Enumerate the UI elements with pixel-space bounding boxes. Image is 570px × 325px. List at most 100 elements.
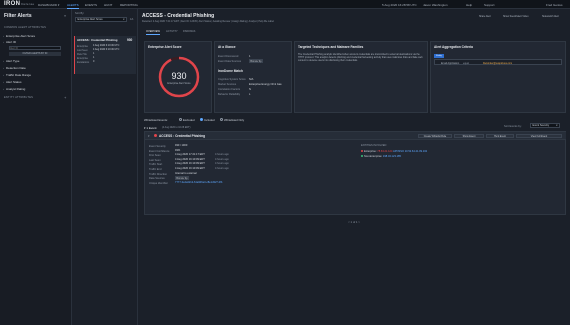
video-button[interactable]: Show Ssenlrtalert Video bbox=[503, 15, 528, 18]
show-event-button[interactable]: Show Event bbox=[454, 134, 484, 138]
user-menu[interactable]: Jason Washington bbox=[423, 3, 448, 7]
sort-label: Sort By: bbox=[75, 12, 85, 15]
pagination[interactable]: < 1 of 1 > bbox=[138, 220, 570, 224]
detail-meta: Detected: 4 Aug 2020 7:21:17 EDT | Alert… bbox=[142, 20, 274, 23]
nav-events[interactable]: EVENTS bbox=[85, 3, 97, 7]
event-card: ▾ ACCESS : Credential Phishing Create Wh… bbox=[144, 131, 566, 215]
glance-value: N/A bbox=[249, 78, 254, 81]
tab-findings[interactable]: FINDINGS bbox=[183, 30, 195, 33]
entity-ip[interactable]: 78.63.21.124 bbox=[377, 150, 392, 153]
filter-traffic-date[interactable]: Traffic Date Range bbox=[3, 73, 31, 77]
alert-id-input[interactable] bbox=[9, 46, 61, 50]
alert-card-title: ACCESS : Credential Phishing bbox=[77, 38, 118, 42]
sort-select-value: Enterprise Alert Score bbox=[77, 18, 103, 21]
event-data-source-chip[interactable]: Bronze Sp bbox=[175, 175, 189, 180]
radio-included-label: Included bbox=[204, 118, 215, 122]
support-link[interactable]: Support bbox=[484, 3, 495, 7]
brand-name: IRON bbox=[4, 1, 21, 7]
filter-by-id-button[interactable]: FILTER ALERTS BY ID bbox=[9, 52, 61, 56]
glance-key: Behavior Reliability bbox=[218, 93, 241, 96]
brand-sub: Defense bbox=[21, 2, 35, 6]
radio-included[interactable] bbox=[200, 118, 203, 121]
collapse-icon[interactable]: « bbox=[64, 13, 66, 18]
glance-key: Correlation Factors bbox=[218, 88, 241, 91]
enterprise-marker bbox=[361, 150, 363, 152]
filter-analyst-rating[interactable]: Analyst Rating bbox=[3, 87, 25, 91]
event-count: 1 Event bbox=[146, 126, 157, 130]
irondome-title: IronDome Match bbox=[218, 69, 243, 73]
tab-activity[interactable]: ACTIVITY bbox=[166, 30, 178, 33]
alert-card[interactable]: ACCESS : Credential Phishing 930 Enterpr… bbox=[74, 36, 136, 74]
data-source-chip[interactable]: Bronze Sp bbox=[249, 59, 263, 63]
alert-count: 1/1 bbox=[130, 18, 134, 21]
view-full-event-button[interactable]: View Full Event bbox=[516, 134, 562, 138]
whitelist-label: Whitelisted Events: bbox=[144, 118, 168, 122]
glance-key: Event Discovered bbox=[218, 55, 239, 58]
entities-label: ENTITIES INVOLVED bbox=[361, 144, 387, 147]
event-row: Unique Identifier 7777-3e4a3212-61a906e3-… bbox=[149, 180, 223, 185]
aggregation-operator: equal bbox=[463, 61, 469, 65]
alert-detail: ACCESS - Credential Phishing Detected: 4… bbox=[138, 9, 570, 325]
score-value: 930 bbox=[171, 71, 187, 81]
radio-whitelisted-label: Whitelisted Only bbox=[224, 118, 245, 122]
filter-enterprise-score[interactable]: Enterprise Alert Score bbox=[3, 34, 35, 38]
entity-host[interactable]: APOSSO bbox=[393, 150, 404, 153]
nav-alerts[interactable]: ALERTS bbox=[67, 3, 79, 10]
targeted-description: The Credential Phishing analytic identif… bbox=[298, 53, 423, 63]
add-filter-icon[interactable]: + bbox=[64, 95, 66, 100]
event-title: ACCESS : Credential Phishing bbox=[159, 133, 206, 138]
alert-card-score: 930 bbox=[127, 38, 133, 42]
glance-title: At a Glance bbox=[218, 45, 236, 49]
tab-overview[interactable]: OVERVIEW bbox=[146, 30, 160, 35]
chevron-down-icon: ▾ bbox=[556, 124, 558, 127]
filter-detection-date[interactable]: Detection Date bbox=[3, 66, 26, 70]
targeted-panel: Targeted Techniques and Malware Families… bbox=[294, 41, 428, 113]
glance-value: 1 bbox=[249, 55, 251, 58]
sort-select[interactable]: Enterprise Alert Score ▾ bbox=[75, 17, 127, 22]
entity-ip-alt[interactable]: 10.52.64.41.09.102 bbox=[405, 150, 427, 153]
aggregation-panel: Alert Aggregation Criteria Entity Email … bbox=[430, 41, 566, 113]
common-attributes-label: COMMON ALERT ATTRIBUTES bbox=[4, 26, 47, 29]
filter-alert-id[interactable]: Alert ID bbox=[3, 40, 16, 44]
entity-badge: Entity bbox=[434, 54, 444, 58]
nav-dashboard[interactable]: DASHBOARD ▾ bbox=[38, 3, 59, 7]
brand-logo[interactable]: IRONDefense bbox=[4, 1, 34, 7]
event-sort-value: Event Severity bbox=[532, 124, 550, 127]
event-sort-select[interactable]: Event Severity ▾ bbox=[530, 123, 560, 128]
severity-dot bbox=[154, 134, 157, 137]
help-link[interactable]: Help bbox=[466, 3, 472, 7]
nav-hunt[interactable]: HUNT bbox=[104, 3, 112, 7]
entity-ip[interactable]: 198.43.123.185 bbox=[383, 155, 401, 158]
top-bar: IRONDefense DASHBOARD ▾ ALERTS EVENTS HU… bbox=[0, 0, 570, 10]
aggregation-row: Email Application equal Reminder@suspici… bbox=[434, 59, 562, 65]
radio-excluded[interactable] bbox=[179, 118, 182, 121]
event-details: Event Severity 930 / 1000 Event Confidenc… bbox=[149, 144, 349, 185]
chevron-down-icon: ▾ bbox=[123, 18, 125, 21]
alert-card-rows: Enterprise 4 Aug 2020 6:10:49 UTC Last Se… bbox=[77, 44, 135, 64]
event-card-header: ▾ ACCESS : Credential Phishing Create Wh… bbox=[145, 132, 566, 140]
filter-alert-status[interactable]: Alert Status bbox=[3, 80, 21, 84]
account-name[interactable]: Fred Genius bbox=[546, 3, 563, 7]
glance-value: L bbox=[249, 93, 251, 96]
chevron-down-icon[interactable]: ▾ bbox=[148, 134, 150, 138]
event-section-meta: (4 Aug 2020 to 16:28 EDT) bbox=[162, 126, 191, 129]
sideswitch-button[interactable]: Sideswitch Alert bbox=[542, 15, 559, 18]
create-whitelist-button[interactable]: Create Whitelist Rule bbox=[418, 134, 452, 138]
filter-alert-type[interactable]: Alert Type bbox=[3, 59, 20, 63]
card-row: Escalations 0 bbox=[77, 60, 95, 64]
nav-reporting[interactable]: REPORTING bbox=[120, 3, 138, 7]
non-enterprise-marker bbox=[361, 155, 363, 157]
glance-key: Cognitive System Score bbox=[218, 78, 246, 81]
hunt-event-button[interactable]: Hunt Event bbox=[486, 134, 514, 138]
entity-row-non-enterprise: Non-Enterprise: 198.43.123.185 bbox=[361, 155, 401, 158]
event-uid-link[interactable]: 7777-3e4a3212-61a906e3-c8e1d327-bfb bbox=[175, 181, 222, 184]
score-panel-title: Enterprise Alert Score bbox=[148, 45, 182, 49]
glance-value: Enterprise Energy Oil & Gas bbox=[249, 83, 282, 86]
aggregation-title: Alert Aggregation Criteria bbox=[434, 45, 473, 49]
entity-attributes-label: ENTITY ATTRIBUTES bbox=[4, 96, 34, 99]
radio-whitelisted-only[interactable] bbox=[220, 118, 223, 121]
share-alert-button[interactable]: Share Alert bbox=[479, 15, 491, 18]
score-label: Enterprise Alert Score bbox=[167, 82, 191, 85]
event-section-title: ▾ 1 Event bbox=[144, 126, 157, 130]
entity-row-enterprise: Enterprise: 78.63.21.124 APOSSO 10.52.64… bbox=[361, 150, 427, 153]
